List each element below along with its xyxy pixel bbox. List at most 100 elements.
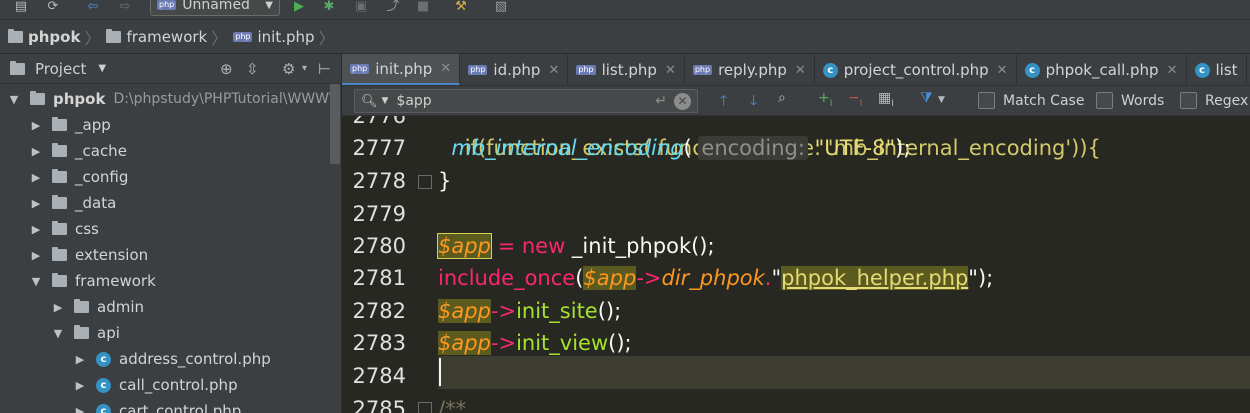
folder-icon — [52, 221, 67, 235]
scrollbar[interactable] — [330, 84, 340, 164]
tree-item[interactable]: ▶ c cart_control.php — [0, 398, 241, 413]
class-file-icon: c — [96, 377, 111, 393]
fold-marker-icon[interactable] — [418, 402, 432, 413]
hide-panel-icon[interactable]: ⊢ — [318, 60, 331, 78]
chevron-down-icon[interactable]: ▼ — [8, 93, 20, 106]
search-icon[interactable]: 🔍︎ — [361, 94, 378, 109]
editor-tab[interactable]: php init.php ✕ — [342, 54, 461, 85]
editor-tab[interactable]: c project_control.php ✕ — [815, 54, 1017, 85]
tree-item[interactable]: ▼ framework — [0, 268, 156, 294]
tree-item[interactable]: ▶ extension — [0, 242, 148, 268]
words-checkbox[interactable] — [1096, 92, 1113, 109]
class-file-icon: c — [1194, 62, 1210, 78]
string-literal: phpok_helper.php — [781, 266, 969, 290]
previous-occurrence-icon[interactable]: 🡑 — [720, 90, 727, 114]
add-occurrence-icon[interactable]: +I — [818, 90, 832, 109]
wrench-icon[interactable]: ⚒ — [452, 0, 470, 14]
clear-icon[interactable]: ✕ — [674, 92, 691, 110]
tree-item[interactable]: ▶ c address_control.php — [0, 346, 271, 372]
close-icon[interactable]: ✕ — [548, 63, 559, 78]
breadcrumb-label: phpok — [28, 27, 81, 46]
close-icon[interactable]: ✕ — [795, 63, 806, 78]
chevron-right-icon: 〉 — [84, 28, 101, 48]
chevron-down-icon[interactable]: ▾ — [302, 63, 307, 74]
chevron-right-icon[interactable]: ▶ — [30, 119, 42, 132]
chevron-right-icon[interactable]: ▶ — [74, 405, 86, 413]
code-line-2781: include_once($app->dir_phpok."phpok_help… — [438, 266, 994, 290]
chevron-right-icon[interactable]: ▶ — [30, 145, 42, 158]
close-icon[interactable]: ✕ — [440, 61, 451, 76]
next-occurrence-icon[interactable]: 🡓 — [750, 90, 757, 114]
tree-item[interactable]: ▼ phpok D:\phpstudy\PHPTutorial\WWW\ — [0, 86, 334, 112]
back-icon[interactable]: ⇦ — [84, 0, 102, 14]
regex-option[interactable]: Regex — [1180, 92, 1248, 109]
tree-item[interactable]: ▶ css — [0, 216, 99, 242]
code-line-2780: $app = new _init_phpok(); — [437, 230, 715, 262]
enter-icon[interactable]: ↵ — [655, 93, 667, 109]
regex-checkbox[interactable] — [1180, 92, 1197, 109]
chevron-down-icon[interactable]: ▼ — [30, 275, 42, 288]
editor-tab[interactable]: php reply.php ✕ — [685, 54, 815, 85]
chevron-right-icon[interactable]: ▶ — [30, 249, 42, 262]
editor-tab[interactable]: c list — [1187, 54, 1247, 85]
editor-tab[interactable]: php id.php ✕ — [460, 54, 569, 85]
project-panel-title[interactable]: Project — [35, 60, 86, 78]
match-case-checkbox[interactable] — [978, 92, 995, 109]
tree-item[interactable]: ▶ _cache — [0, 138, 127, 164]
code-line-2777: mb_internal_encoding( encoding: "UTF-8")… — [451, 136, 911, 160]
locate-icon[interactable]: ⊕ — [220, 60, 233, 78]
tree-item-label: _app — [75, 116, 111, 134]
search-input[interactable]: $app — [396, 93, 431, 109]
gear-icon[interactable]: ⚙ — [282, 60, 295, 78]
folder-icon — [106, 28, 122, 43]
folder-icon — [30, 91, 45, 105]
tree-item[interactable]: ▼ api — [0, 320, 120, 346]
tree-item[interactable]: ▶ _data — [0, 190, 117, 216]
property: dir_phpok — [661, 266, 765, 290]
tree-item[interactable]: ▶ admin — [0, 294, 144, 320]
chevron-right-icon[interactable]: ▶ — [30, 171, 42, 184]
select-all-occurrences-icon[interactable]: ⌕ — [778, 90, 786, 106]
chevron-right-icon[interactable]: ▶ — [30, 223, 42, 236]
tree-item[interactable]: ▶ c call_control.php — [0, 372, 238, 398]
breadcrumb-item-framework[interactable]: framework — [106, 28, 207, 46]
close-icon[interactable]: ✕ — [665, 63, 676, 78]
match-case-option[interactable]: Match Case — [978, 92, 1084, 109]
find-bar: 🔍︎ ▼ $app ↵ ✕ 🡑 🡓 ⌕ +I −I ▦I ⧩ ▼ Match C… — [342, 86, 1250, 116]
tree-item-label: extension — [75, 246, 149, 264]
chevron-down-icon[interactable]: ▼ — [98, 63, 106, 74]
chevron-down-icon[interactable]: ▼ — [382, 96, 389, 106]
plugin-icon[interactable]: ▧ — [492, 0, 510, 14]
close-icon[interactable]: ✕ — [997, 63, 1008, 78]
select-occurrences-icon[interactable]: ▦I — [878, 90, 894, 109]
chevron-down-icon[interactable]: ▼ — [52, 327, 64, 340]
breadcrumb-item-init-php[interactable]: php init.php — [233, 28, 315, 46]
run-icon[interactable]: ▶ — [290, 0, 308, 14]
editor-tab[interactable]: php list.php ✕ — [568, 54, 685, 85]
chevron-down-icon[interactable]: ▼ — [938, 95, 945, 105]
remove-occurrence-icon[interactable]: −I — [848, 90, 862, 109]
search-field[interactable]: 🔍︎ ▼ $app ↵ ✕ — [354, 89, 698, 113]
close-icon[interactable]: ✕ — [1167, 63, 1178, 78]
sync-icon[interactable]: ⟳ — [44, 0, 62, 14]
tree-item[interactable]: ▶ _app — [0, 112, 111, 138]
debug-icon[interactable]: ✱ — [320, 0, 338, 14]
coverage-icon[interactable]: ▣ — [352, 0, 370, 14]
chevron-right-icon[interactable]: ▶ — [52, 301, 64, 314]
code-editor[interactable]: 2776 2777 2778 2779 2780 2781 2782 2783 2784 2785… — [342, 116, 1250, 413]
chevron-right-icon[interactable]: ▶ — [30, 197, 42, 210]
chevron-right-icon[interactable]: ▶ — [74, 379, 86, 392]
filter-icon[interactable]: ⧩ — [920, 90, 933, 106]
fold-marker-icon[interactable] — [418, 175, 432, 189]
editor-tab[interactable]: c phpok_call.php ✕ — [1017, 54, 1187, 85]
save-icon[interactable]: ▤ — [12, 0, 30, 14]
tree-item[interactable]: ▶ _config — [0, 164, 129, 190]
chevron-right-icon[interactable]: ▶ — [74, 353, 86, 366]
collapse-icon[interactable]: ⇳ — [246, 60, 259, 78]
forward-icon[interactable]: ⇨ — [116, 0, 134, 14]
attach-icon[interactable]: ⤴ — [384, 0, 402, 14]
words-option[interactable]: Words — [1096, 92, 1164, 109]
stop-icon[interactable]: ■ — [414, 0, 432, 14]
run-config-dropdown[interactable]: php Unnamed ▼ — [150, 0, 280, 16]
breadcrumb-item-phpok[interactable]: phpok — [8, 28, 80, 46]
